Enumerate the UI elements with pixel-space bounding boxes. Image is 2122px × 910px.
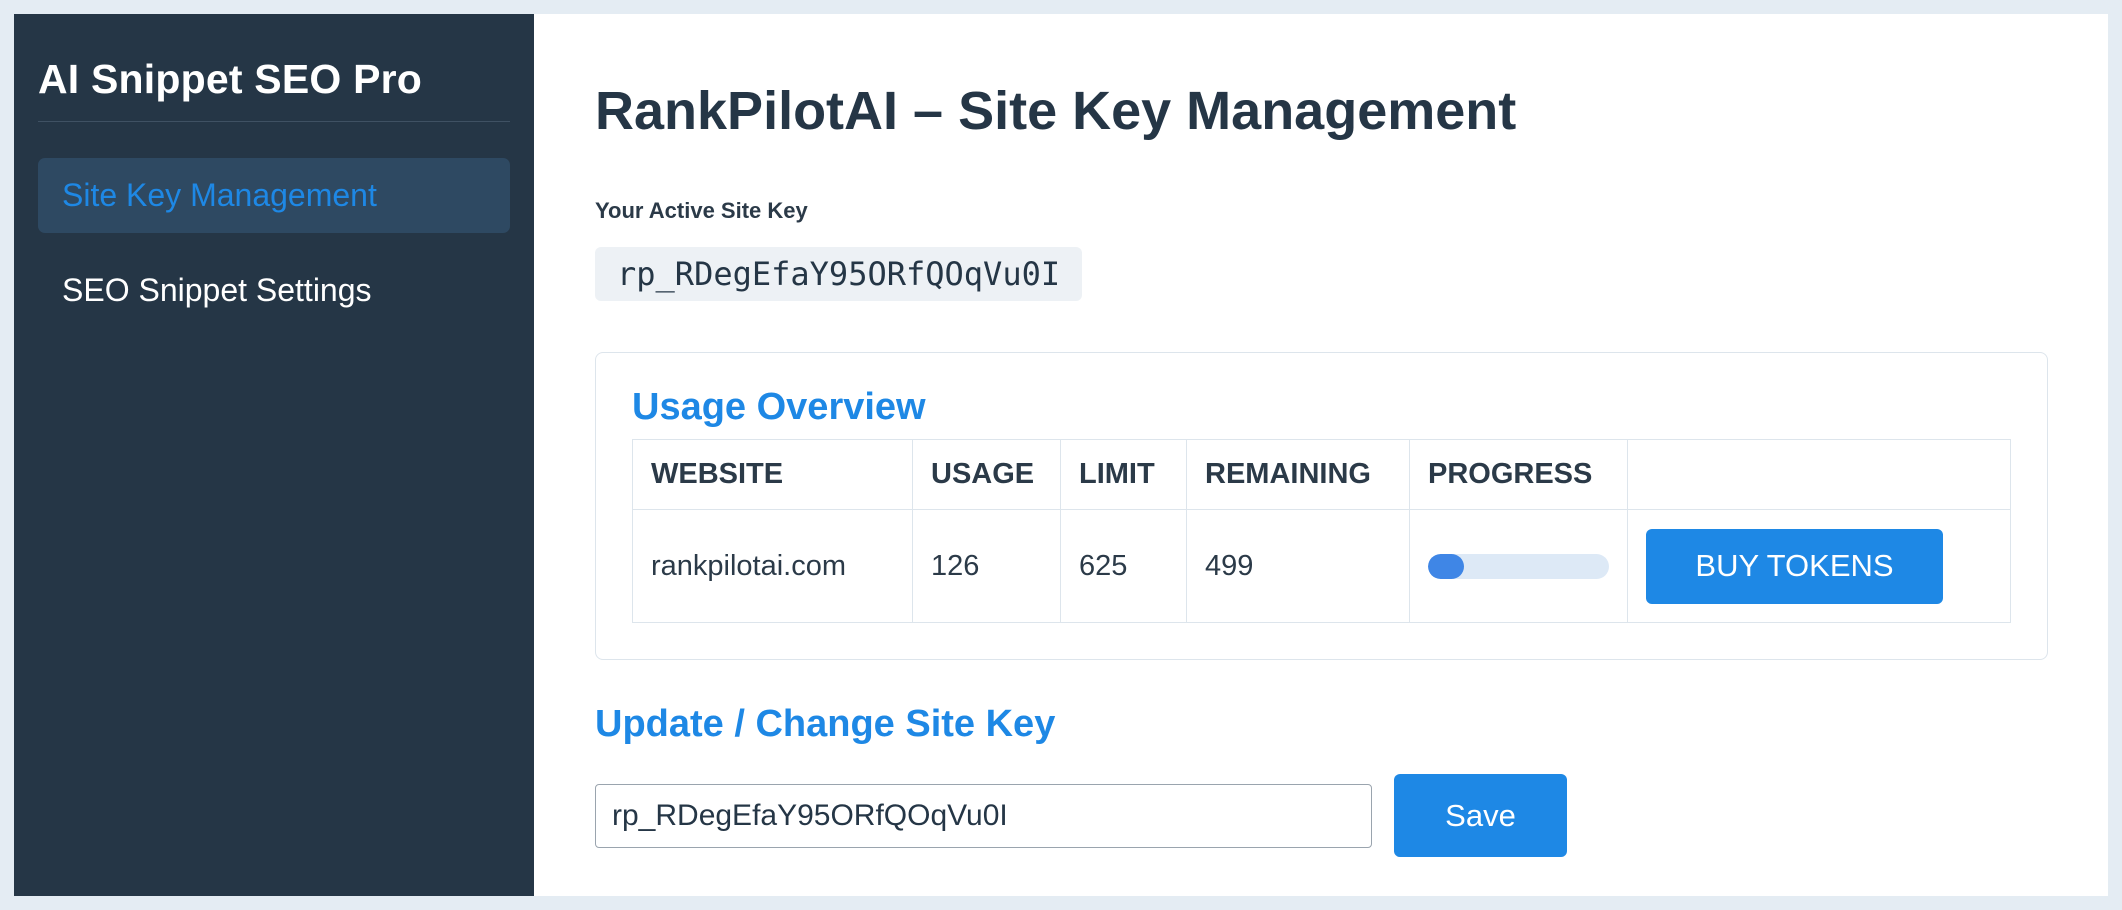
brand-title: AI Snippet SEO Pro xyxy=(38,40,510,122)
update-key-row: Save xyxy=(595,774,2048,857)
sidebar-item-site-key-management[interactable]: Site Key Management xyxy=(38,158,510,233)
column-header-website: WEBSITE xyxy=(632,439,913,510)
usage-progress-bar xyxy=(1428,553,1609,579)
update-key-title: Update / Change Site Key xyxy=(595,703,1056,745)
usage-overview-title: Usage Overview xyxy=(632,386,926,428)
usage-overview-card: Usage Overview WEBSITE USAGE LIMIT REMAI… xyxy=(595,352,2048,660)
main-content: RankPilotAI – Site Key Management Your A… xyxy=(534,14,2108,896)
site-key-input[interactable] xyxy=(595,783,1372,848)
table-row: rankpilotai.com 126 625 499 BUY TOKENS xyxy=(632,509,2011,623)
cell-website: rankpilotai.com xyxy=(632,509,913,623)
sidebar-nav: Site Key Management SEO Snippet Settings xyxy=(38,158,510,328)
buy-tokens-button[interactable]: BUY TOKENS xyxy=(1646,528,1943,604)
active-key-label: Your Active Site Key xyxy=(595,198,808,223)
cell-usage: 126 xyxy=(912,509,1061,623)
table-header-row: WEBSITE USAGE LIMIT REMAINING PROGRESS xyxy=(632,439,2011,510)
save-button[interactable]: Save xyxy=(1394,774,1567,857)
column-header-progress: PROGRESS xyxy=(1409,439,1628,510)
cell-action: BUY TOKENS xyxy=(1627,509,2011,623)
usage-table: WEBSITE USAGE LIMIT REMAINING PROGRESS r… xyxy=(632,439,2011,623)
sidebar-item-seo-snippet-settings[interactable]: SEO Snippet Settings xyxy=(38,253,510,328)
cell-progress xyxy=(1409,509,1628,623)
column-header-limit: LIMIT xyxy=(1060,439,1187,510)
page-title: RankPilotAI – Site Key Management xyxy=(595,81,1517,141)
column-header-remaining: REMAINING xyxy=(1186,439,1410,510)
sidebar: AI Snippet SEO Pro Site Key Management S… xyxy=(14,14,534,896)
column-header-usage: USAGE xyxy=(912,439,1061,510)
column-header-action xyxy=(1627,439,2011,510)
app-frame: AI Snippet SEO Pro Site Key Management S… xyxy=(14,14,2108,896)
active-key-code: rp_RDegEfaY95ORfQOqVu0I xyxy=(595,247,1083,301)
usage-progress-fill xyxy=(1428,553,1465,579)
cell-limit: 625 xyxy=(1060,509,1187,623)
cell-remaining: 499 xyxy=(1186,509,1410,623)
